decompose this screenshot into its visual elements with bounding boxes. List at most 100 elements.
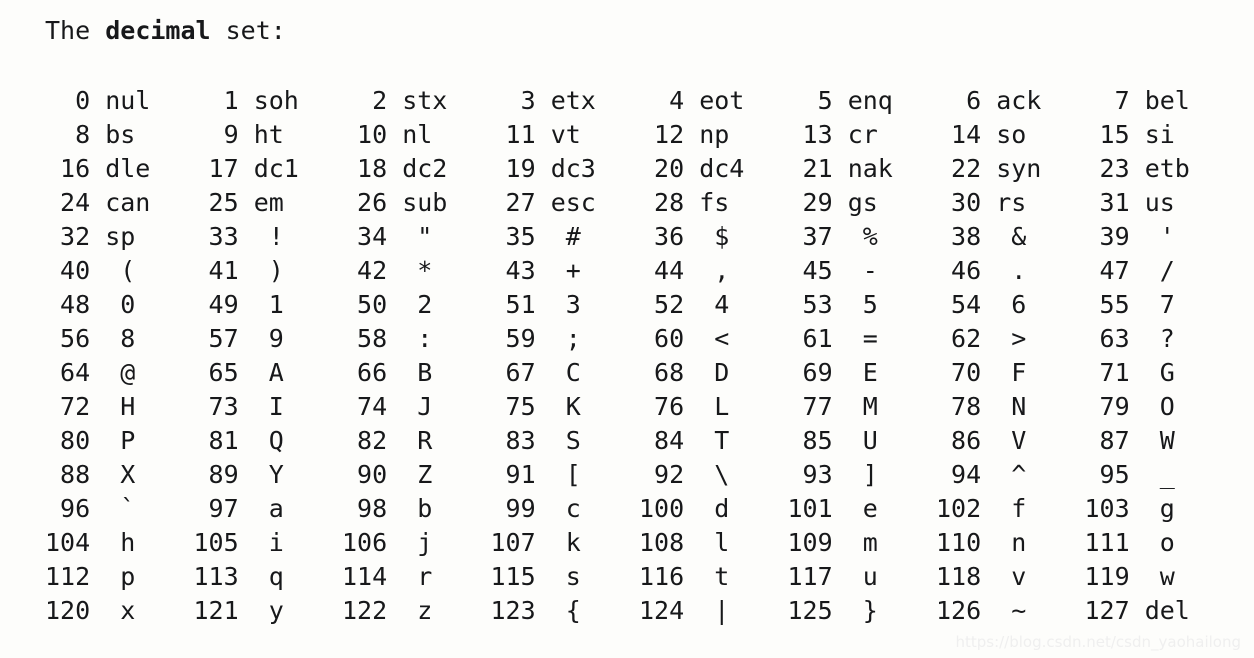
ascii-entry: 121 y [194,594,343,628]
ascii-entry-code: 25 [208,188,239,217]
ascii-entry-gap [239,220,254,254]
ascii-entry: 72 H [45,390,194,424]
ascii-entry-code: 103 [1084,494,1130,523]
ascii-entry-name: dle [105,154,151,183]
ascii-entry-name: . [996,256,1027,285]
ascii-entry-code: 35 [505,222,536,251]
ascii-entry-name: nak [847,154,893,183]
ascii-entry-gap [90,356,105,390]
ascii-entry: 107 k [491,526,640,560]
ascii-entry-gap [239,254,254,288]
ascii-entry-gap [239,526,254,560]
ascii-entry-code: 93 [802,460,833,489]
ascii-entry-name: E [847,358,878,387]
ascii-entry: 51 3 [491,288,640,322]
ascii-entry-code: 82 [357,426,388,455]
ascii-entry: 93 ] [788,458,937,492]
ascii-entry-name: dc4 [699,154,745,183]
ascii-entry-gap [981,288,996,322]
ascii-entry-code: 19 [505,154,536,183]
ascii-entry-name: B [402,358,433,387]
ascii-entry: 8 bs [45,118,194,152]
ascii-entry: 76 L [639,390,788,424]
ascii-entry-code: 21 [802,154,833,183]
ascii-entry-gap [981,492,996,526]
ascii-entry-name: L [699,392,730,421]
ascii-entry: 50 2 [342,288,491,322]
ascii-entry-gap [536,186,551,220]
ascii-table-row: 56 8 57 9 58 :59 ; 60 <61 = 62 >63 ? [45,322,1235,356]
ascii-entry: 127 del [1085,594,1234,628]
ascii-entry-code: 89 [208,460,239,489]
ascii-entry-name: ~ [996,596,1027,625]
ascii-entry-name: z [402,596,433,625]
ascii-entry-gap [684,356,699,390]
ascii-entry-name: R [402,426,433,455]
ascii-entry-gap [387,492,402,526]
ascii-entry-gap [387,458,402,492]
ascii-table-row: 48 0 49 1 50 2 51 3 52 4 53 5 54 6 55 7 [45,288,1235,322]
ascii-entry: 52 4 [639,288,788,322]
ascii-entry-name: ? [1144,324,1175,353]
ascii-entry-name: nul [105,86,151,115]
ascii-entry-gap [684,220,699,254]
ascii-entry-code: 23 [1099,154,1130,183]
ascii-entry-name: 4 [699,290,730,319]
ascii-entry-name: e [847,494,878,523]
ascii-entry-code: 47 [1099,256,1130,285]
ascii-entry: 91 [ [491,458,640,492]
ascii-entry-gap [536,424,551,458]
ascii-entry-code: 85 [802,426,833,455]
ascii-entry: 94 ^ [936,458,1085,492]
ascii-entry: 55 7 [1085,288,1234,322]
ascii-entry-gap [684,152,699,186]
ascii-entry: 24 can [45,186,194,220]
ascii-entry-name: K [550,392,581,421]
ascii-entry-code: 24 [60,188,91,217]
ascii-entry-code: 91 [505,460,536,489]
ascii-entry: 69 E [788,356,937,390]
ascii-entry-name: c [550,494,581,523]
ascii-entry-name: J [402,392,433,421]
ascii-entry-code: 71 [1099,358,1130,387]
ascii-entry-gap [536,390,551,424]
ascii-entry-code: 79 [1099,392,1130,421]
ascii-entry-gap [90,526,105,560]
ascii-entry-name: l [699,528,730,557]
ascii-entry: 75 K [491,390,640,424]
ascii-entry: 85 U [788,424,937,458]
ascii-entry-code: 104 [45,528,91,557]
ascii-entry: 60 < [639,322,788,356]
ascii-entry-gap [536,288,551,322]
ascii-entry-name: & [996,222,1027,251]
ascii-entry-name: I [253,392,284,421]
ascii-entry: 120 x [45,594,194,628]
ascii-entry: 10 nl [342,118,491,152]
ascii-entry-name: bs [105,120,136,149]
ascii-entry: 49 1 [194,288,343,322]
ascii-entry-gap [239,322,254,356]
ascii-entry-gap [90,186,105,220]
ascii-entry-gap [536,594,551,628]
ascii-entry: 96 ` [45,492,194,526]
ascii-entry-name: 5 [847,290,878,319]
ascii-entry-code: 99 [505,494,536,523]
ascii-entry: 111 o [1085,526,1234,560]
ascii-entry-name: vt [550,120,581,149]
ascii-entry-gap [1130,322,1145,356]
ascii-entry-gap [833,492,848,526]
ascii-entry: 125 } [788,594,937,628]
ascii-entry-gap [833,424,848,458]
ascii-entry-gap [684,288,699,322]
ascii-entry-gap [833,322,848,356]
ascii-entry: 9 ht [194,118,343,152]
ascii-entry-code: 67 [505,358,536,387]
ascii-entry-name: fs [699,188,730,217]
ascii-entry-code: 80 [60,426,91,455]
ascii-entry-code: 74 [357,392,388,421]
ascii-entry-code: 98 [357,494,388,523]
ascii-entry-gap [90,424,105,458]
ascii-table-row: 8 bs 9 ht 10 nl 11 vt 12 np 13 cr 14 so 15 si [45,118,1235,152]
ascii-entry-name: , [699,256,730,285]
ascii-entry-name: $ [699,222,730,251]
